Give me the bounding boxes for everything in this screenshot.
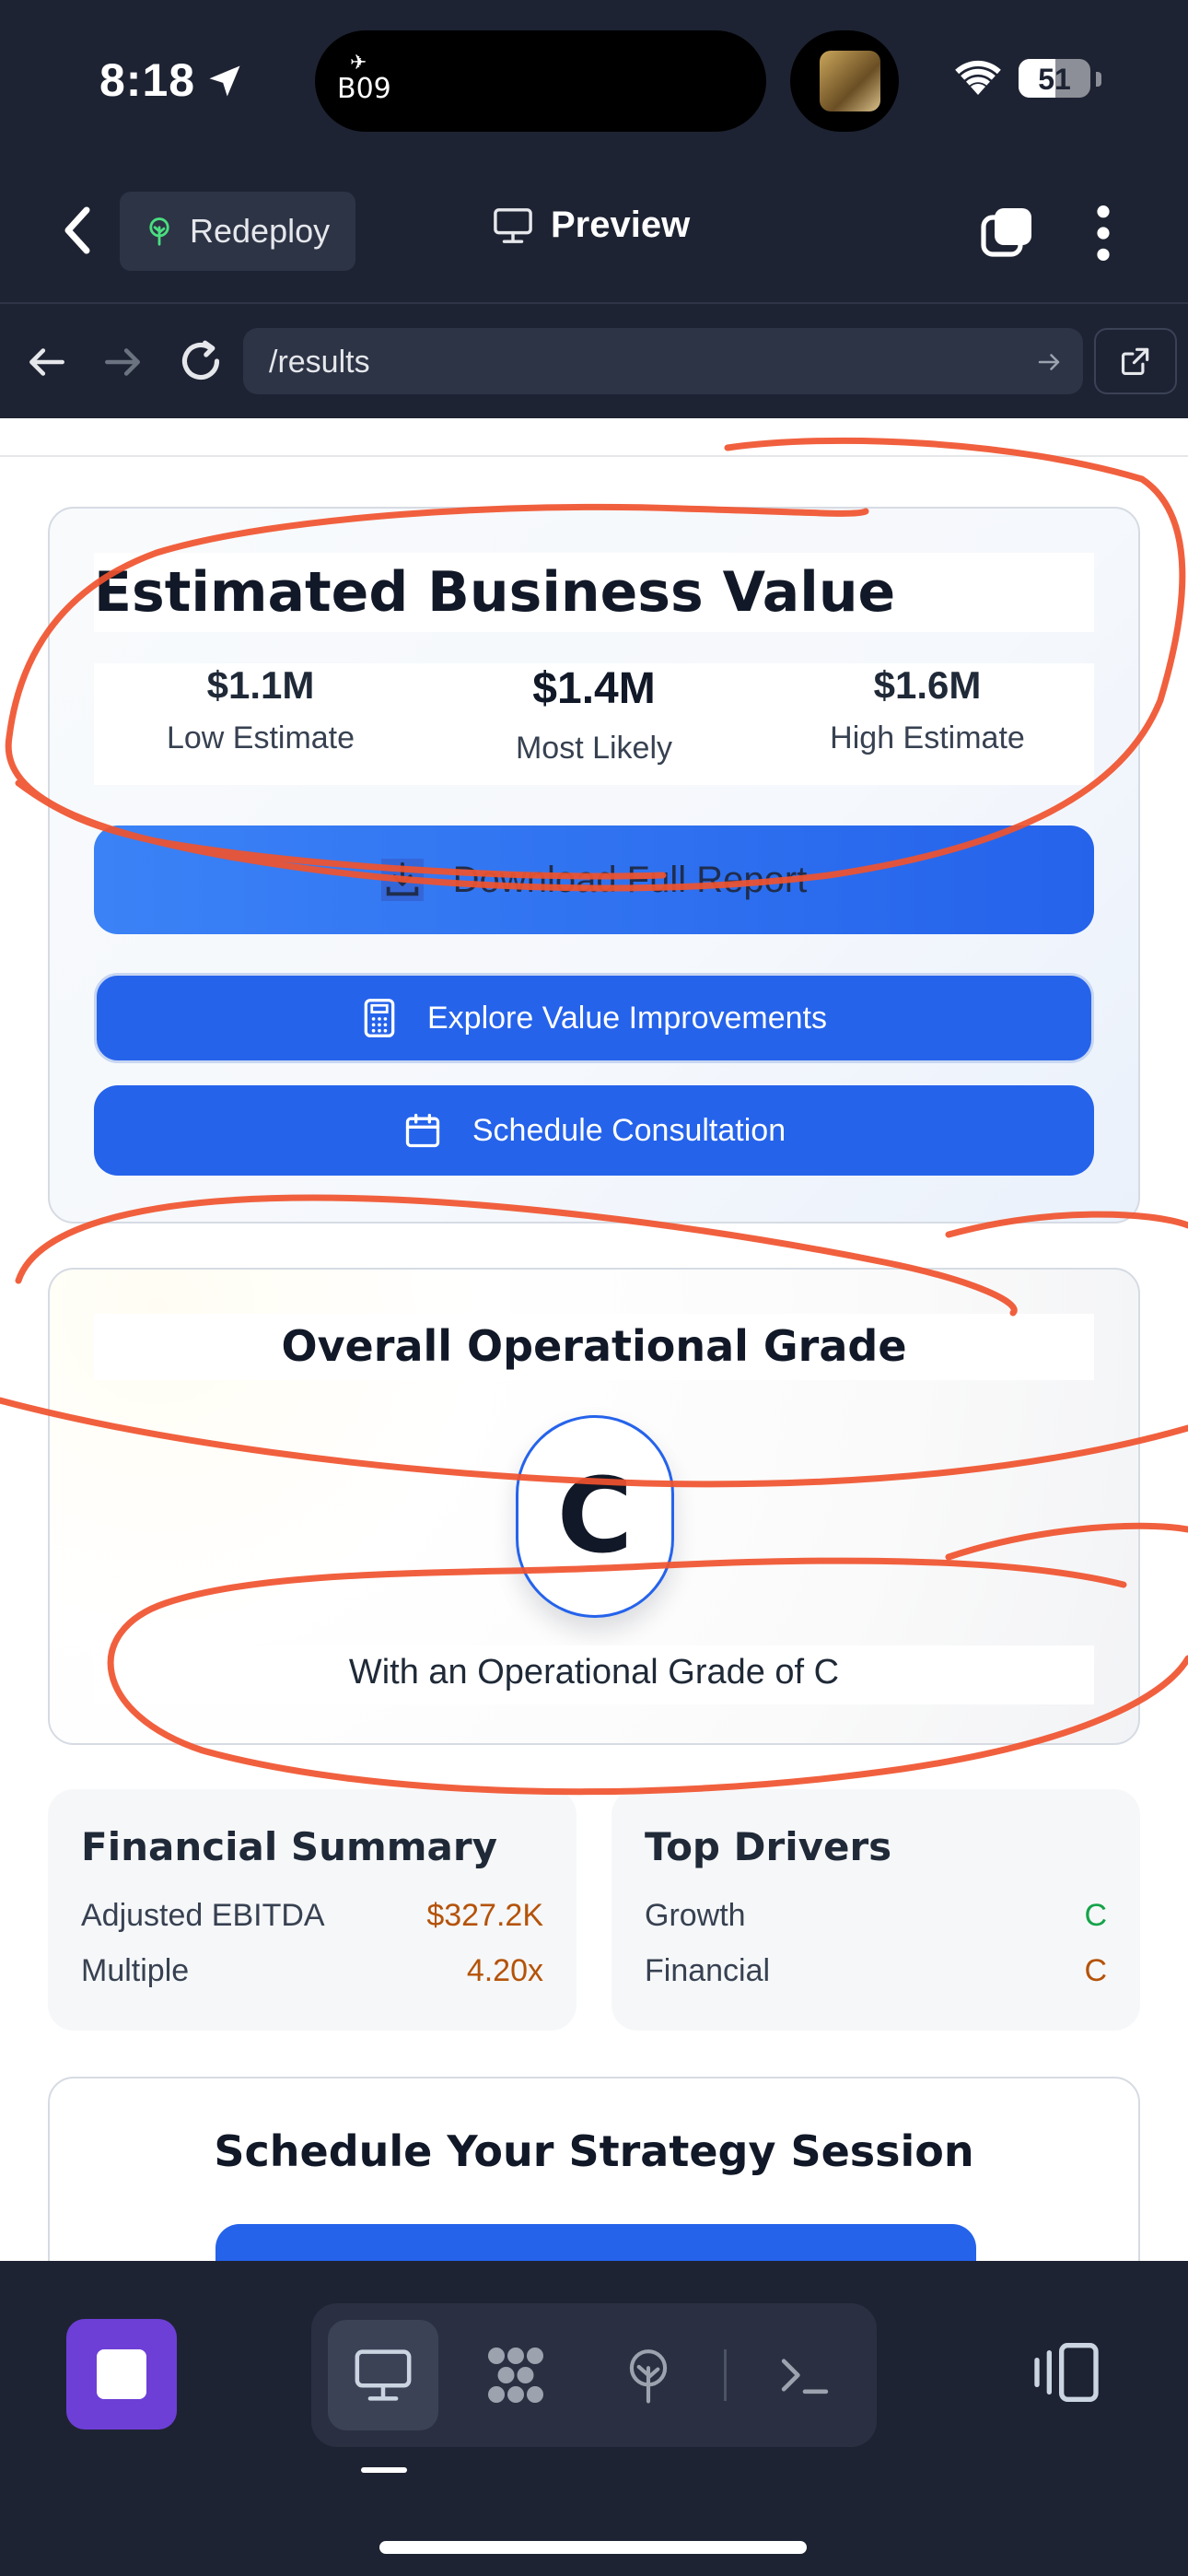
low-estimate-label: Low Estimate bbox=[166, 720, 355, 755]
status-time: 8:18 bbox=[99, 54, 196, 106]
redeploy-label: Redeploy bbox=[190, 212, 331, 250]
grade-badge: C bbox=[516, 1415, 674, 1618]
back-button[interactable] bbox=[55, 203, 101, 258]
driver-row-label: Financial bbox=[645, 1953, 771, 1988]
bottom-toolbar bbox=[0, 2261, 1188, 2576]
explore-improvements-label: Explore Value Improvements bbox=[426, 1000, 827, 1036]
grade-title-wrap: Overall Operational Grade bbox=[94, 1314, 1094, 1380]
battery-indicator: 51 bbox=[1019, 59, 1090, 98]
divider bbox=[0, 455, 1188, 457]
financial-summary-title: Financial Summary bbox=[81, 1824, 497, 1869]
nodes-icon bbox=[488, 2348, 543, 2403]
financial-row-label: Multiple bbox=[81, 1953, 190, 1988]
grade-subtitle: With an Operational Grade of C bbox=[348, 1653, 840, 1692]
download-report-label: Download Full Report bbox=[452, 859, 808, 900]
stop-icon bbox=[97, 2349, 146, 2399]
financial-summary-card: Financial Summary Adjusted EBITDA $327.2… bbox=[48, 1789, 577, 2031]
driver-row-grade: C bbox=[1084, 1953, 1107, 1988]
business-value-card: Estimated Business Value $1.1M Low Estim… bbox=[48, 507, 1140, 1224]
low-estimate: $1.1M Low Estimate bbox=[94, 663, 427, 756]
url-bar: /results bbox=[0, 306, 1188, 418]
external-link-icon bbox=[1121, 347, 1149, 376]
schedule-consultation-label: Schedule Consultation bbox=[472, 1112, 786, 1148]
album-art-thumbnail bbox=[820, 51, 880, 111]
explore-improvements-button[interactable]: Explore Value Improvements bbox=[94, 973, 1094, 1063]
active-tab-indicator bbox=[361, 2467, 407, 2473]
financial-row: Multiple 4.20x bbox=[81, 1953, 543, 1999]
divider bbox=[724, 2349, 727, 2401]
monitor-icon bbox=[355, 2349, 412, 2401]
preview-label: Preview bbox=[551, 205, 691, 245]
url-text: /results bbox=[269, 345, 370, 380]
high-estimate-label: High Estimate bbox=[830, 720, 1025, 755]
high-estimate: $1.6M High Estimate bbox=[761, 663, 1094, 756]
top-drivers-title: Top Drivers bbox=[645, 1824, 892, 1869]
strategy-session-card: Schedule Your Strategy Session bbox=[48, 2077, 1140, 2261]
financial-row-value: 4.20x bbox=[466, 1953, 543, 1988]
now-playing-artwork bbox=[790, 30, 899, 132]
strategy-session-title: Schedule Your Strategy Session bbox=[214, 2126, 974, 2176]
tab-workflow[interactable] bbox=[460, 2320, 571, 2430]
grade-title: Overall Operational Grade bbox=[281, 1321, 907, 1371]
business-value-title: Estimated Business Value bbox=[94, 560, 896, 625]
financial-row: Adjusted EBITDA $327.2K bbox=[81, 1898, 543, 1944]
download-icon bbox=[380, 859, 424, 901]
most-likely-estimate: $1.4M Most Likely bbox=[427, 663, 761, 767]
open-external-button[interactable] bbox=[1094, 328, 1177, 394]
top-drivers-card: Top Drivers Growth C Financial C bbox=[611, 1789, 1140, 2031]
financial-row-label: Adjusted EBITDA bbox=[81, 1898, 325, 1933]
most-likely-value: $1.4M bbox=[532, 664, 656, 713]
terminal-icon bbox=[781, 2359, 829, 2395]
business-value-title-wrap: Estimated Business Value bbox=[94, 553, 1094, 632]
dynamic-island: ✈ B09 bbox=[315, 30, 766, 132]
island-text: B09 bbox=[337, 73, 391, 105]
low-estimate-value: $1.1M bbox=[206, 663, 315, 707]
redeploy-button[interactable]: Redeploy bbox=[120, 192, 355, 271]
tabs-button[interactable] bbox=[978, 205, 1037, 263]
app-header: Redeploy Preview bbox=[0, 157, 1188, 304]
tab-terminal[interactable] bbox=[750, 2320, 860, 2430]
tree-icon bbox=[149, 217, 169, 246]
tree-icon bbox=[629, 2349, 668, 2404]
driver-row: Growth C bbox=[645, 1898, 1107, 1944]
view-switcher bbox=[311, 2303, 877, 2447]
home-indicator bbox=[379, 2541, 807, 2554]
web-preview-content: Estimated Business Value $1.1M Low Estim… bbox=[0, 418, 1188, 2261]
grade-subtitle-wrap: With an Operational Grade of C bbox=[94, 1645, 1094, 1704]
operational-grade-card: Overall Operational Grade C With an Oper… bbox=[48, 1268, 1140, 1745]
url-input[interactable]: /results bbox=[243, 328, 1083, 394]
estimates-row: $1.1M Low Estimate $1.4M Most Likely $1.… bbox=[94, 663, 1094, 785]
most-likely-label: Most Likely bbox=[515, 731, 673, 766]
location-arrow-icon bbox=[209, 65, 240, 97]
schedule-consultation-button[interactable]: Schedule Consultation bbox=[94, 1085, 1094, 1176]
driver-row: Financial C bbox=[645, 1953, 1107, 1999]
calendar-icon bbox=[405, 1113, 440, 1148]
grade-letter: C bbox=[556, 1457, 634, 1576]
high-estimate-value: $1.6M bbox=[873, 663, 982, 707]
monitor-icon bbox=[494, 207, 532, 243]
download-report-button[interactable]: Download Full Report bbox=[94, 825, 1094, 934]
preview-title: Preview bbox=[492, 205, 690, 246]
driver-row-grade: C bbox=[1084, 1898, 1107, 1933]
strategy-session-button[interactable] bbox=[215, 2224, 976, 2261]
battery-cap bbox=[1096, 72, 1101, 87]
nav-back-button[interactable] bbox=[24, 339, 70, 385]
status-bar: 8:18 ✈ B09 51 bbox=[0, 0, 1188, 157]
more-options-button[interactable] bbox=[1087, 201, 1120, 265]
tab-deploy[interactable] bbox=[593, 2320, 704, 2430]
arrow-right-icon[interactable] bbox=[1035, 348, 1063, 376]
reload-button[interactable] bbox=[175, 335, 227, 387]
wifi-icon bbox=[955, 60, 1001, 95]
nav-forward-button[interactable] bbox=[99, 339, 146, 385]
device-toggle-button[interactable] bbox=[1030, 2340, 1103, 2405]
stop-button[interactable] bbox=[66, 2319, 177, 2430]
battery-level: 51 bbox=[1038, 63, 1071, 96]
driver-row-label: Growth bbox=[645, 1898, 746, 1933]
tab-preview[interactable] bbox=[328, 2320, 438, 2430]
calculator-icon bbox=[364, 999, 395, 1037]
airplane-icon: ✈ bbox=[350, 51, 367, 74]
financial-row-value: $327.2K bbox=[426, 1898, 543, 1933]
